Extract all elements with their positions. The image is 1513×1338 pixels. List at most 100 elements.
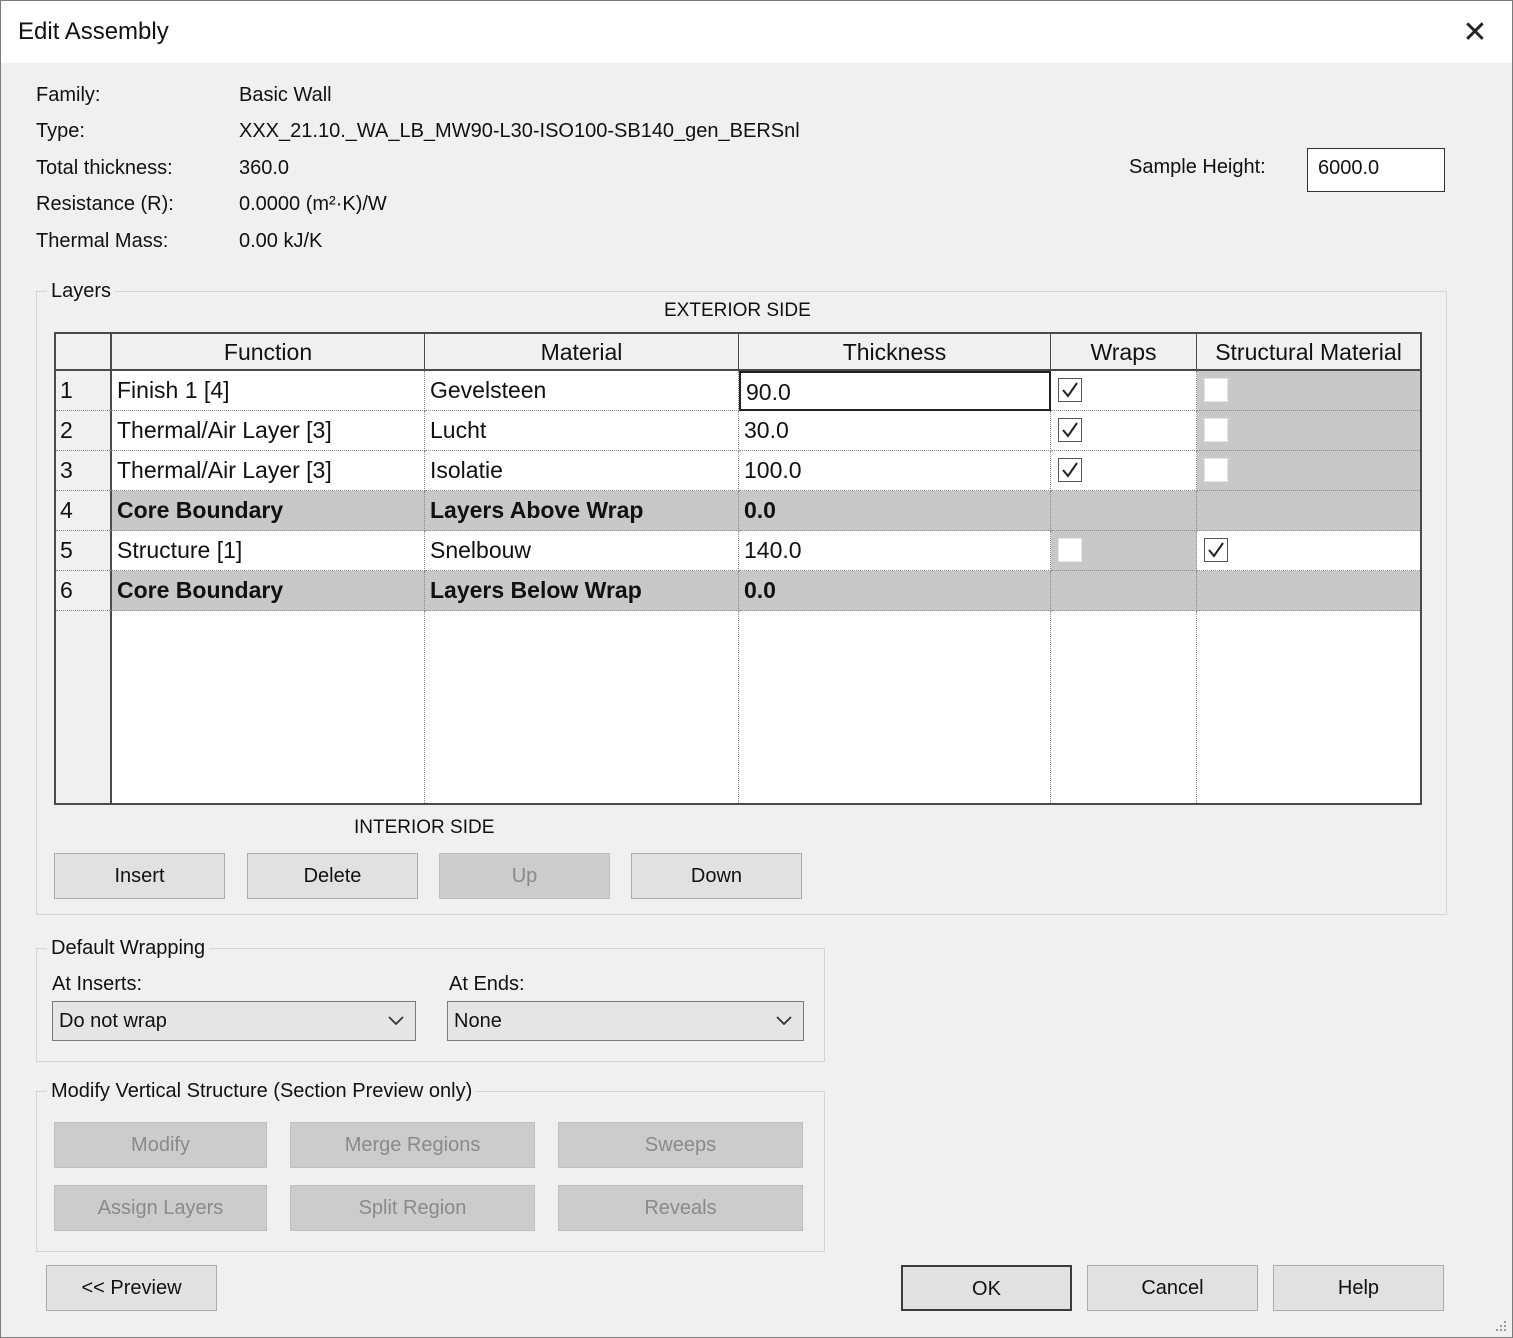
chevron-down-icon bbox=[388, 1016, 404, 1026]
type-value: XXX_21.10._WA_LB_MW90-L30-ISO100-SB140_g… bbox=[239, 120, 800, 142]
row-number[interactable]: 4 bbox=[56, 491, 112, 531]
title-bar: Edit Assembly ✕ bbox=[1, 1, 1512, 63]
row-number[interactable]: 3 bbox=[56, 451, 112, 491]
layer-function-cell[interactable]: Thermal/Air Layer [3] bbox=[112, 411, 425, 451]
cancel-button[interactable]: Cancel bbox=[1087, 1265, 1258, 1311]
layer-structural-cell bbox=[1197, 411, 1420, 451]
delete-button[interactable]: Delete bbox=[247, 853, 418, 899]
layer-material-cell[interactable]: Snelbouw bbox=[425, 531, 739, 571]
column-header-thickness[interactable]: Thickness bbox=[739, 334, 1051, 371]
row-number[interactable]: 2 bbox=[56, 411, 112, 451]
ok-button[interactable]: OK bbox=[901, 1265, 1072, 1311]
layer-function-cell: Core Boundary bbox=[112, 571, 425, 611]
total-thickness-label: Total thickness: bbox=[36, 157, 173, 179]
help-button[interactable]: Help bbox=[1273, 1265, 1444, 1311]
checkmark-icon bbox=[1062, 382, 1078, 398]
layer-thickness-cell[interactable]: 140.0 bbox=[739, 531, 1051, 571]
column-header-function[interactable]: Function bbox=[112, 334, 425, 371]
layer-structural-cell bbox=[1197, 371, 1420, 411]
family-value: Basic Wall bbox=[239, 84, 332, 106]
structural-checkbox bbox=[1204, 458, 1228, 482]
layer-material-cell[interactable]: Isolatie bbox=[425, 451, 739, 491]
row-number[interactable]: 1 bbox=[56, 371, 112, 411]
layers-table: Function Material Thickness Wraps Struct… bbox=[54, 332, 1422, 805]
column-divider bbox=[738, 611, 739, 803]
layer-material-cell[interactable]: Lucht bbox=[425, 411, 739, 451]
resize-grip-icon[interactable] bbox=[1492, 1317, 1508, 1333]
wraps-checkbox[interactable] bbox=[1058, 378, 1082, 402]
wraps-checkbox[interactable] bbox=[1058, 458, 1082, 482]
assign-layers-button[interactable]: Assign Layers bbox=[54, 1185, 267, 1231]
layer-function-cell[interactable]: Finish 1 [4] bbox=[112, 371, 425, 411]
layer-structural-cell bbox=[1197, 451, 1420, 491]
checkmark-icon bbox=[1062, 462, 1078, 478]
at-ends-label: At Ends: bbox=[449, 973, 525, 995]
interior-side-label: INTERIOR SIDE bbox=[354, 817, 495, 838]
total-thickness-value: 360.0 bbox=[239, 157, 290, 179]
sample-height-label: Sample Height: bbox=[1129, 156, 1266, 178]
layer-wraps-cell[interactable] bbox=[1051, 451, 1197, 491]
insert-button[interactable]: Insert bbox=[54, 853, 225, 899]
thermal-mass-value: 0.00 kJ/K bbox=[239, 230, 323, 252]
layer-structural-cell[interactable] bbox=[1197, 531, 1420, 571]
sample-height-input[interactable]: 6000.0 bbox=[1307, 148, 1445, 192]
layer-function-cell[interactable]: Thermal/Air Layer [3] bbox=[112, 451, 425, 491]
column-header-wraps[interactable]: Wraps bbox=[1051, 334, 1197, 371]
default-wrapping-label: Default Wrapping bbox=[47, 937, 210, 960]
structural-checkbox bbox=[1204, 418, 1228, 442]
modify-vertical-label: Modify Vertical Structure (Section Previ… bbox=[47, 1080, 477, 1103]
exterior-side-label: EXTERIOR SIDE bbox=[664, 300, 811, 321]
layer-thickness-cell[interactable]: 100.0 bbox=[739, 451, 1051, 491]
at-ends-value: None bbox=[454, 1010, 502, 1032]
resistance-value: 0.0000 (m²·K)/W bbox=[239, 193, 387, 215]
checkmark-icon bbox=[1062, 422, 1078, 438]
column-divider bbox=[424, 611, 425, 803]
layer-thickness-cell: 0.0 bbox=[739, 571, 1051, 611]
structural-checkbox[interactable] bbox=[1204, 538, 1228, 562]
layer-function-cell: Core Boundary bbox=[112, 491, 425, 531]
layer-wraps-cell[interactable] bbox=[1051, 371, 1197, 411]
header-corner bbox=[56, 334, 112, 371]
at-inserts-select[interactable]: Do not wrap bbox=[52, 1001, 416, 1041]
at-ends-select[interactable]: None bbox=[447, 1001, 804, 1041]
column-header-structural-material[interactable]: Structural Material bbox=[1197, 334, 1420, 371]
chevron-down-icon bbox=[776, 1016, 792, 1026]
row-number[interactable]: 6 bbox=[56, 571, 112, 611]
wraps-checkbox bbox=[1058, 538, 1082, 562]
layer-wraps-cell[interactable] bbox=[1051, 411, 1197, 451]
type-label: Type: bbox=[36, 120, 85, 142]
row-number[interactable]: 5 bbox=[56, 531, 112, 571]
reveals-button[interactable]: Reveals bbox=[558, 1185, 803, 1231]
at-inserts-value: Do not wrap bbox=[59, 1010, 167, 1032]
layers-group-label: Layers bbox=[47, 280, 116, 303]
wraps-checkbox[interactable] bbox=[1058, 418, 1082, 442]
edit-assembly-dialog: Edit Assembly ✕ Family: Basic Wall Type:… bbox=[0, 0, 1513, 1338]
split-region-button[interactable]: Split Region bbox=[290, 1185, 535, 1231]
up-button[interactable]: Up bbox=[439, 853, 610, 899]
family-label: Family: bbox=[36, 84, 101, 106]
column-divider bbox=[1196, 611, 1197, 803]
layer-structural-cell bbox=[1197, 491, 1420, 531]
layer-wraps-cell bbox=[1051, 571, 1197, 611]
close-icon[interactable]: ✕ bbox=[1453, 15, 1497, 51]
column-header-material[interactable]: Material bbox=[425, 334, 739, 371]
column-divider bbox=[1050, 611, 1051, 803]
layer-function-cell[interactable]: Structure [1] bbox=[112, 531, 425, 571]
layer-material-cell[interactable]: Gevelsteen bbox=[425, 371, 739, 411]
layer-material-cell: Layers Below Wrap bbox=[425, 571, 739, 611]
layer-wraps-cell bbox=[1051, 531, 1197, 571]
layer-thickness-cell[interactable]: 30.0 bbox=[739, 411, 1051, 451]
sweeps-button[interactable]: Sweeps bbox=[558, 1122, 803, 1168]
down-button[interactable]: Down bbox=[631, 853, 802, 899]
structural-checkbox bbox=[1204, 378, 1228, 402]
layer-structural-cell bbox=[1197, 571, 1420, 611]
layer-thickness-cell: 0.0 bbox=[739, 491, 1051, 531]
layer-wraps-cell bbox=[1051, 491, 1197, 531]
thermal-mass-label: Thermal Mass: bbox=[36, 230, 169, 252]
layer-material-cell: Layers Above Wrap bbox=[425, 491, 739, 531]
merge-regions-button[interactable]: Merge Regions bbox=[290, 1122, 535, 1168]
at-inserts-label: At Inserts: bbox=[52, 973, 143, 995]
layer-thickness-cell[interactable]: 90.0 bbox=[739, 371, 1051, 411]
preview-button[interactable]: << Preview bbox=[46, 1265, 217, 1311]
modify-button[interactable]: Modify bbox=[54, 1122, 267, 1168]
